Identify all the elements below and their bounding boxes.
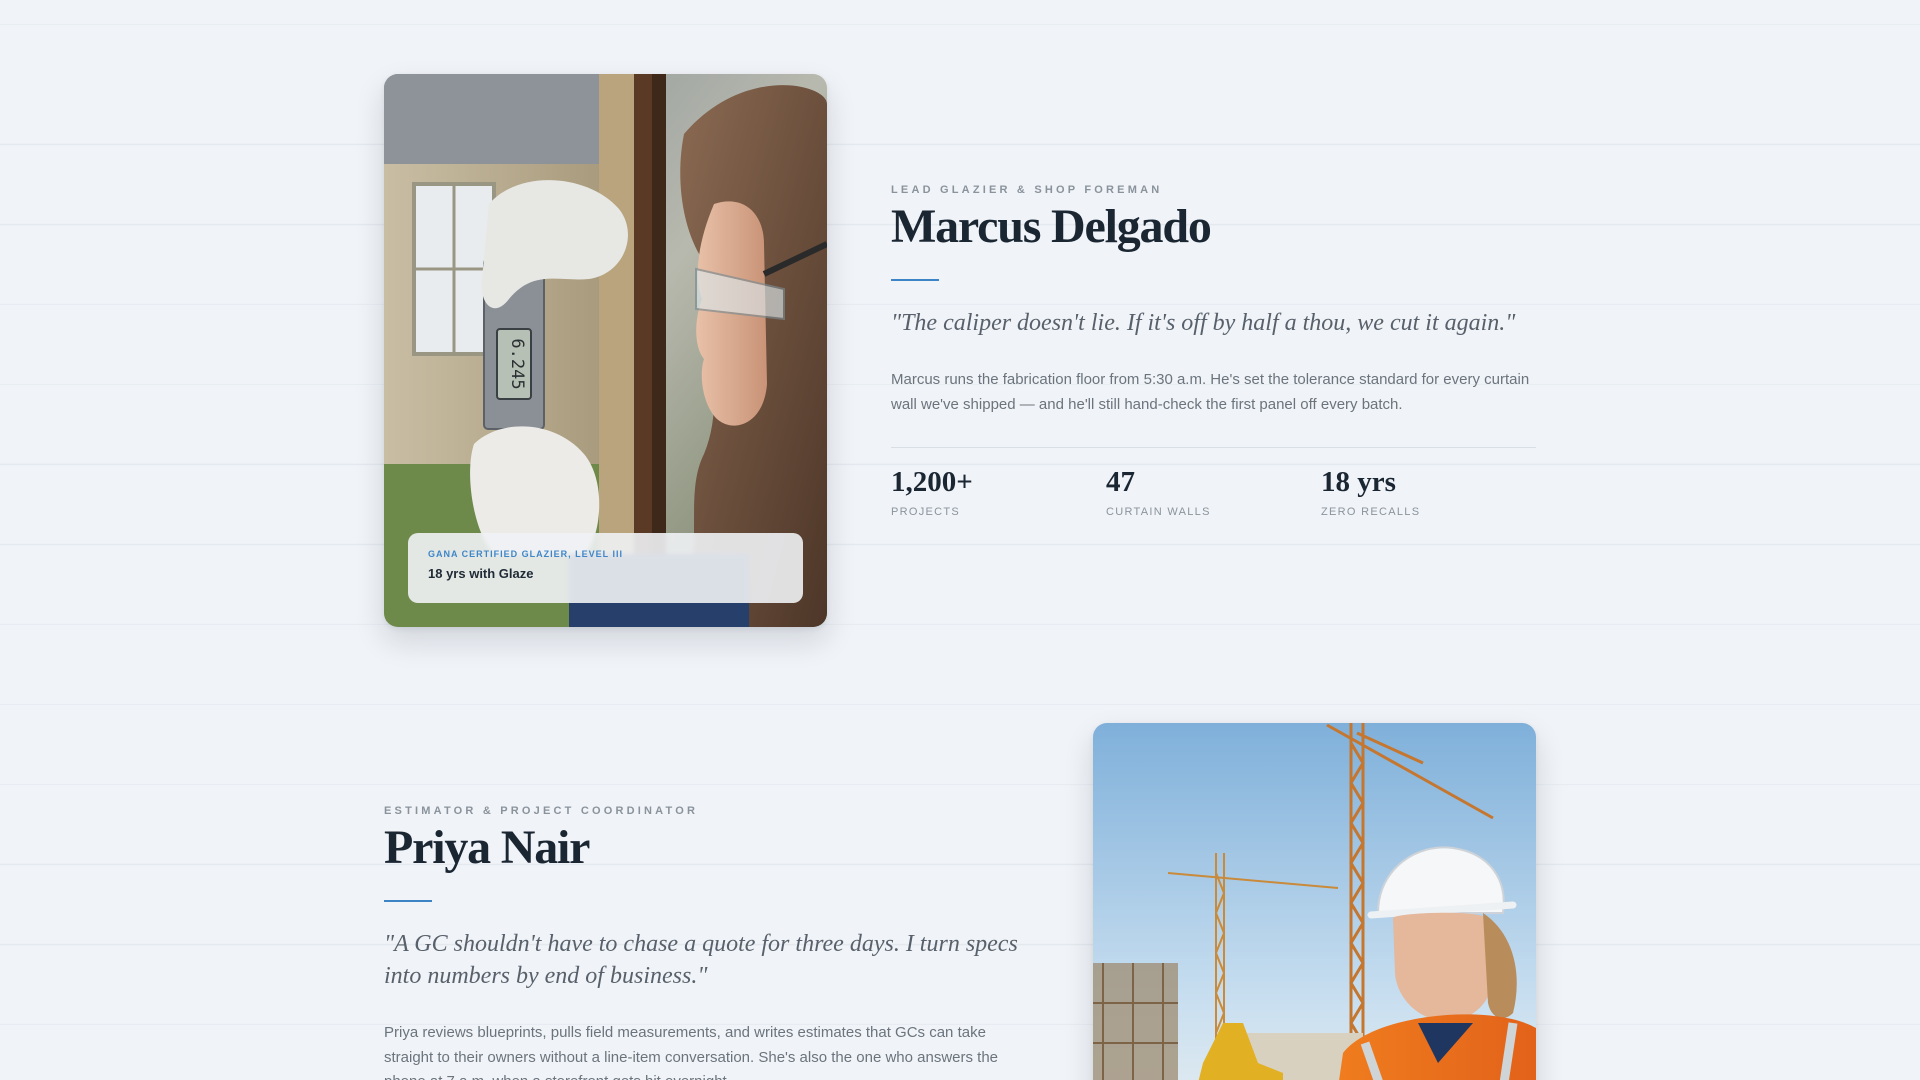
stats-divider xyxy=(891,447,1536,449)
stat-zero-recalls: 18 yrs Zero Recalls xyxy=(1321,466,1536,519)
profile-bio: Priya reviews blueprints, pulls field me… xyxy=(384,1024,999,1080)
accent-divider xyxy=(384,900,432,903)
photo-caption: GANA Certified Glazier, Level III 18 yrs… xyxy=(408,533,803,603)
tenure-caption: 18 yrs with Glaze xyxy=(428,566,534,581)
stat-value: 1,200+ xyxy=(891,466,973,499)
stat-projects: 1,200+ Projects xyxy=(891,466,1106,519)
profile-stats: 1,200+ Projects 47 Curtain Walls 18 yrs … xyxy=(891,466,1536,519)
profile-info: Lead Glazier & Shop Foreman Marcus Delga… xyxy=(891,184,1536,518)
stat-label: Projects xyxy=(891,506,961,519)
construction-site-photo xyxy=(1093,723,1536,1080)
profile-name: Priya Nair xyxy=(384,821,590,874)
stat-label: Curtain Walls xyxy=(1106,506,1211,519)
profile-info: Estimator & Project Coordinator Priya Na… xyxy=(384,805,1034,1080)
stat-value: 47 xyxy=(1106,466,1135,499)
profile-photo-card xyxy=(1093,723,1536,1080)
certification-kicker: GANA Certified Glazier, Level III xyxy=(428,549,624,559)
caliper-display-text: 6.245 xyxy=(507,338,527,389)
profile-role: Estimator & Project Coordinator xyxy=(384,805,699,817)
profile-quote: "The caliper doesn't lie. If it's off by… xyxy=(891,310,1516,337)
profile-quote: "A GC shouldn't have to chase a quote fo… xyxy=(384,931,1018,990)
profile-photo-card: 6.245 GANA Certified Glazier, Level III … xyxy=(384,74,827,627)
stat-value: 18 yrs xyxy=(1321,466,1396,499)
stat-curtain-walls: 47 Curtain Walls xyxy=(1106,466,1321,519)
profile-role: Lead Glazier & Shop Foreman xyxy=(891,184,1163,196)
stat-label: Zero Recalls xyxy=(1321,506,1421,519)
accent-divider xyxy=(891,279,939,282)
profile-name: Marcus Delgado xyxy=(891,200,1212,253)
profile-bio: Marcus runs the fabrication floor from 5… xyxy=(891,371,1530,413)
